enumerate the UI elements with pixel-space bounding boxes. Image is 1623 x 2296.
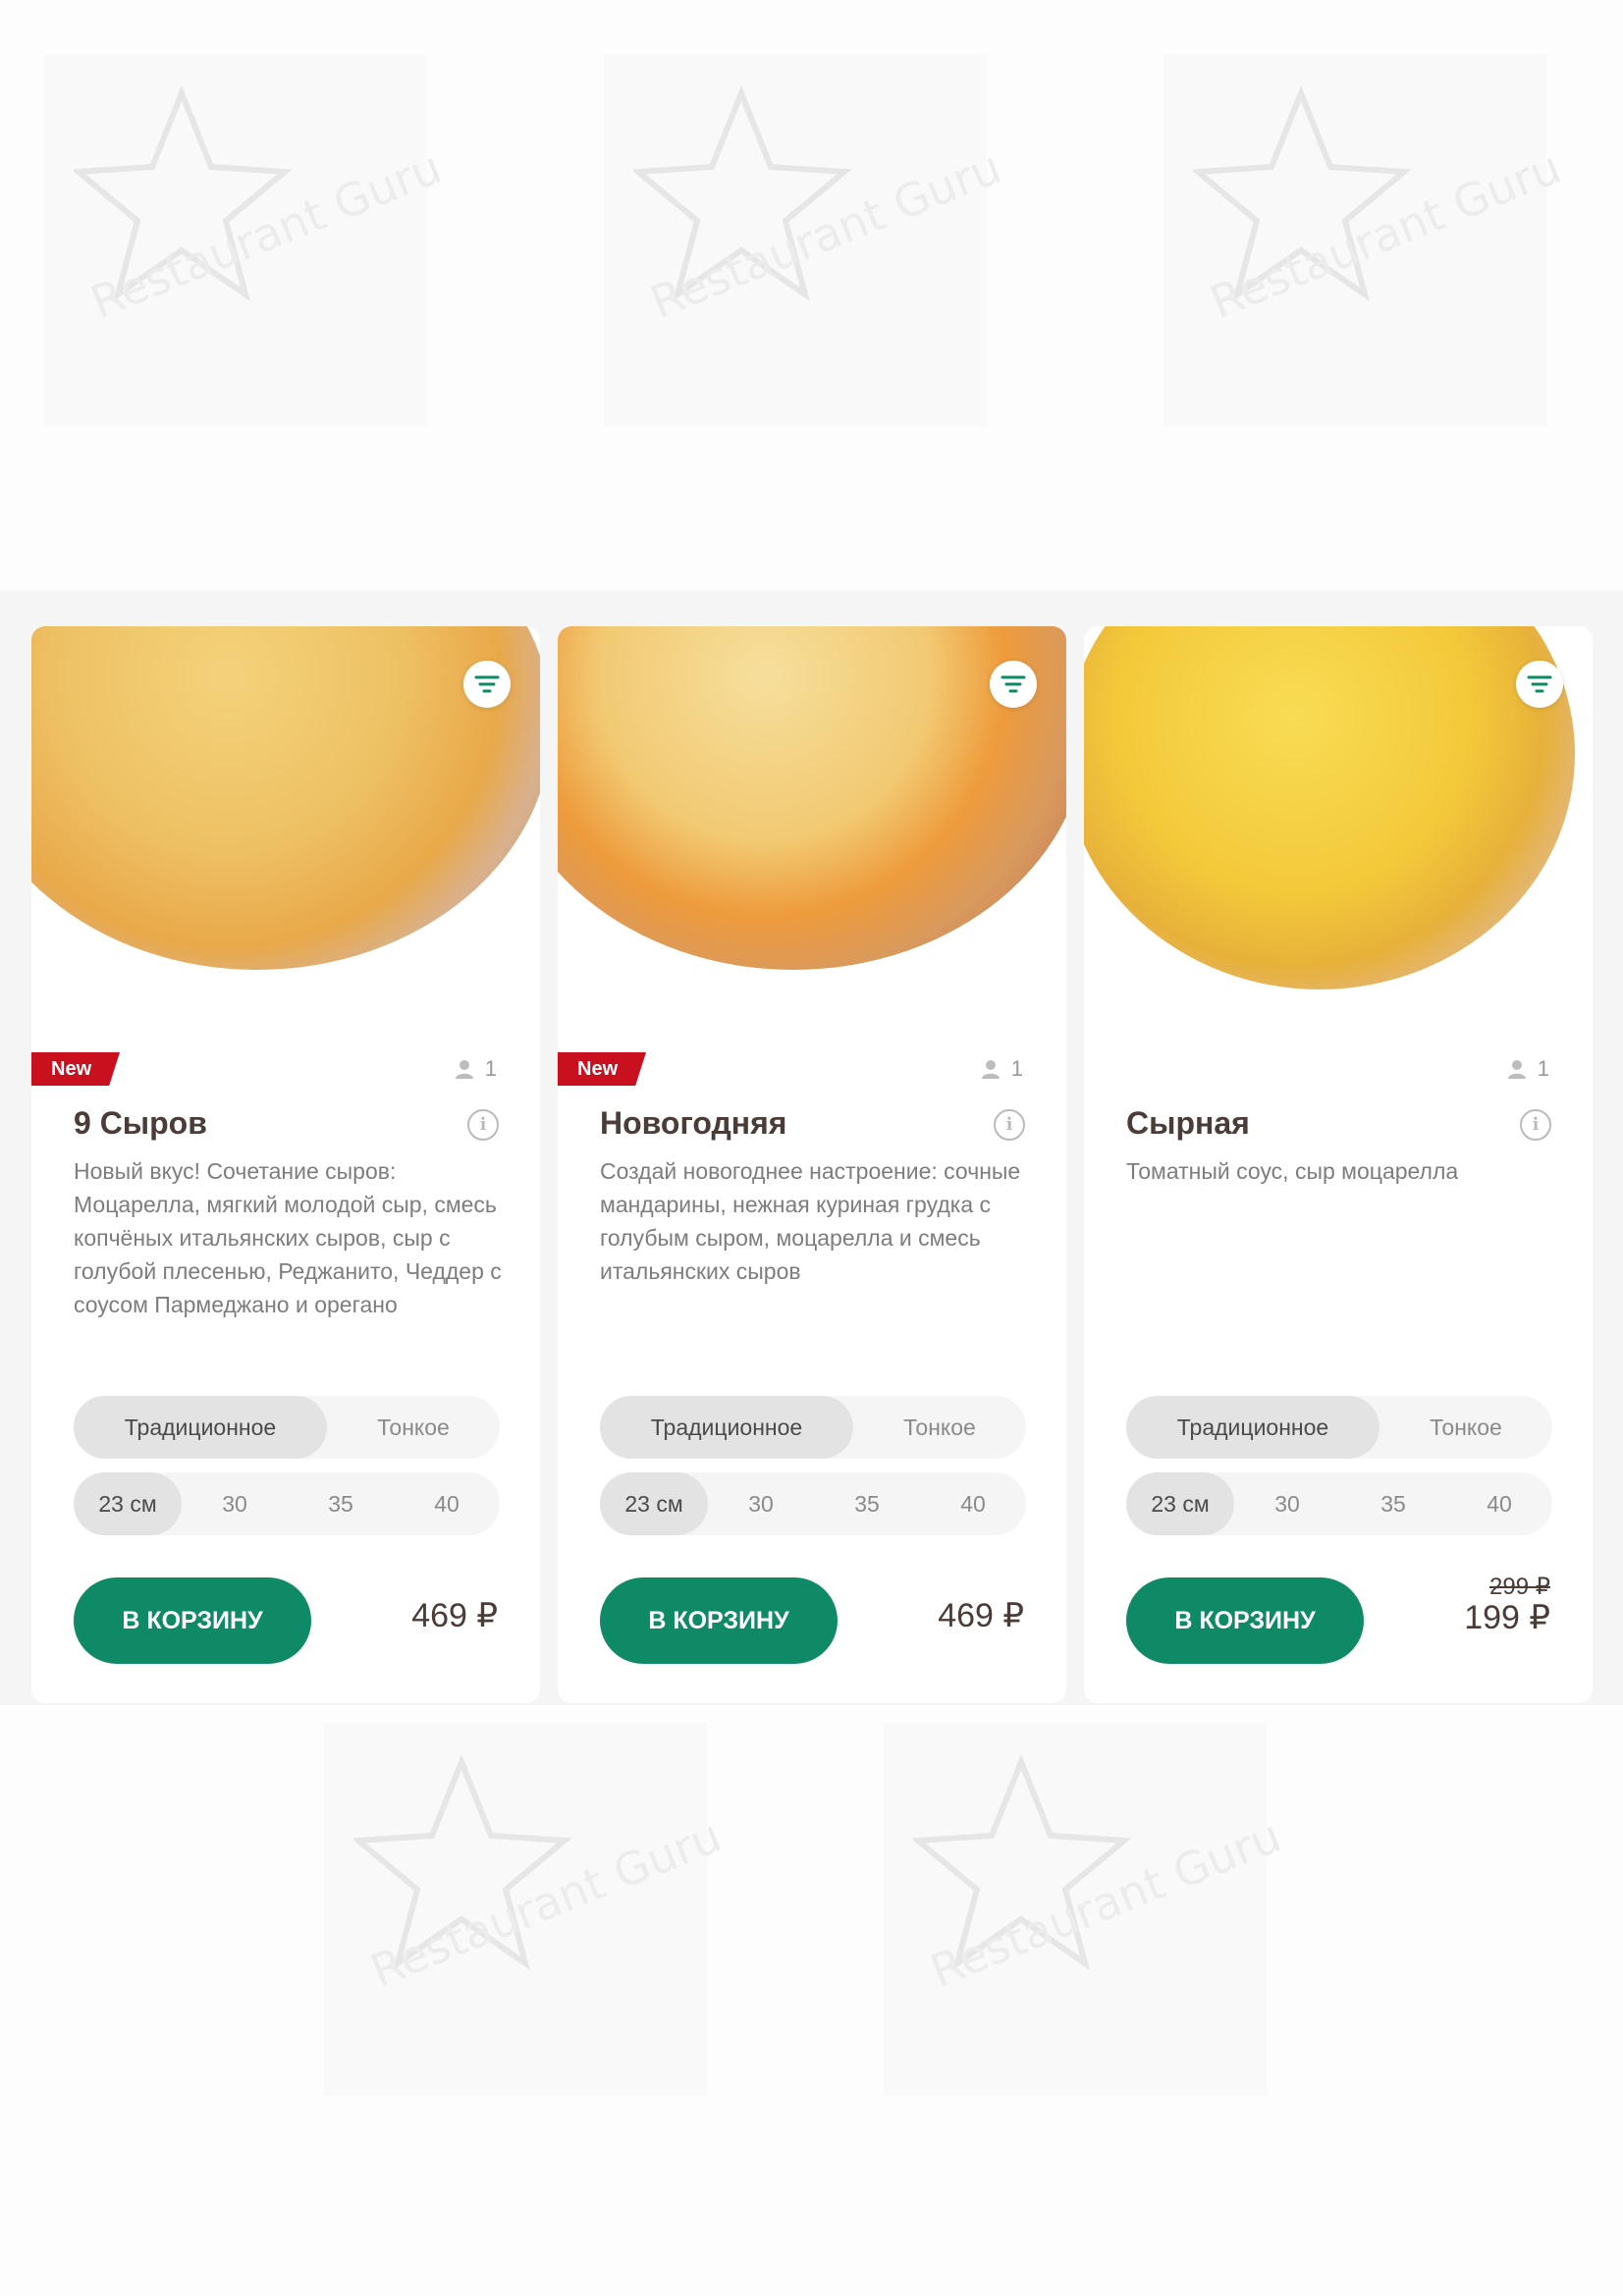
- old-price: 299 ₽: [1489, 1574, 1550, 1600]
- person-icon: [981, 1060, 1000, 1079]
- dough-option-thin[interactable]: Тонкое: [853, 1396, 1026, 1459]
- size-option[interactable]: 23 см: [600, 1472, 708, 1535]
- persons-count: 1: [1010, 1056, 1023, 1081]
- size-selector: 23 см 30 35 40: [600, 1472, 1026, 1535]
- filter-icon[interactable]: [990, 661, 1037, 708]
- dough-option-thin[interactable]: Тонкое: [1380, 1396, 1552, 1459]
- watermark-tile: Restaurant Guru: [324, 1723, 729, 2096]
- size-selector: 23 см 30 35 40: [74, 1472, 500, 1535]
- size-option[interactable]: 35: [814, 1472, 920, 1535]
- dough-selector: Традиционное Тонкое: [74, 1396, 500, 1459]
- size-option[interactable]: 40: [394, 1472, 500, 1535]
- product-card: 1 Сырная i Томатный соус, сыр моцарелла …: [1084, 626, 1593, 1703]
- watermark-tile: Restaurant Guru: [604, 54, 1008, 427]
- add-to-cart-button[interactable]: В КОРЗИНУ: [1126, 1577, 1364, 1664]
- product-price: 199 ₽: [1464, 1599, 1550, 1636]
- product-card: New 1 Новогодняя i Создай новогоднее нас…: [558, 626, 1066, 1703]
- size-selector: 23 см 30 35 40: [1126, 1472, 1552, 1535]
- size-option[interactable]: 30: [182, 1472, 288, 1535]
- product-title: Сырная: [1126, 1105, 1250, 1141]
- size-option[interactable]: 40: [920, 1472, 1026, 1535]
- persons-indicator: 1: [454, 1056, 497, 1082]
- info-icon[interactable]: i: [1520, 1109, 1551, 1141]
- dough-selector: Традиционное Тонкое: [600, 1396, 1026, 1459]
- product-description: Создай новогоднее настроение: сочные ман…: [600, 1158, 1021, 1284]
- persons-indicator: 1: [1506, 1056, 1549, 1082]
- product-title: 9 Сыров: [74, 1105, 207, 1141]
- size-option[interactable]: 35: [288, 1472, 394, 1535]
- dough-option-traditional[interactable]: Традиционное: [1126, 1396, 1380, 1459]
- product-image: [558, 626, 1066, 1048]
- product-card: New 1 9 Сыров i Новый вкус! Сочетание сы…: [31, 626, 540, 1703]
- dough-selector: Традиционное Тонкое: [1126, 1396, 1552, 1459]
- person-icon: [455, 1060, 473, 1079]
- info-icon[interactable]: i: [994, 1109, 1025, 1141]
- size-option[interactable]: 23 см: [1126, 1472, 1234, 1535]
- pizza-image: [1084, 626, 1575, 989]
- watermark-tile: Restaurant Guru: [1163, 54, 1568, 427]
- filter-icon[interactable]: [1516, 661, 1563, 708]
- new-badge: New: [31, 1052, 120, 1086]
- size-option[interactable]: 35: [1340, 1472, 1446, 1535]
- size-option[interactable]: 23 см: [74, 1472, 182, 1535]
- dough-option-traditional[interactable]: Традиционное: [600, 1396, 853, 1459]
- dough-option-traditional[interactable]: Традиционное: [74, 1396, 327, 1459]
- product-price: 469 ₽: [411, 1597, 498, 1634]
- info-icon[interactable]: i: [467, 1109, 499, 1141]
- watermark-tile: Restaurant Guru: [44, 54, 449, 427]
- product-description: Томатный соус, сыр моцарелла: [1126, 1158, 1459, 1184]
- product-image: [31, 626, 540, 1048]
- persons-indicator: 1: [980, 1056, 1023, 1082]
- size-option[interactable]: 40: [1446, 1472, 1552, 1535]
- persons-count: 1: [1537, 1056, 1549, 1081]
- new-badge: New: [558, 1052, 646, 1086]
- size-option[interactable]: 30: [708, 1472, 814, 1535]
- watermark-tile: Restaurant Guru: [884, 1723, 1288, 2096]
- product-price: 469 ₽: [938, 1597, 1024, 1634]
- add-to-cart-button[interactable]: В КОРЗИНУ: [600, 1577, 838, 1664]
- product-title: Новогодняя: [600, 1105, 787, 1141]
- add-to-cart-button[interactable]: В КОРЗИНУ: [74, 1577, 311, 1664]
- persons-count: 1: [484, 1056, 497, 1081]
- product-image: [1084, 626, 1593, 1048]
- size-option[interactable]: 30: [1234, 1472, 1340, 1535]
- person-icon: [1507, 1060, 1526, 1079]
- filter-icon[interactable]: [463, 661, 511, 708]
- product-description: Новый вкус! Сочетание сыров: Моцарелла, …: [74, 1158, 502, 1317]
- dough-option-thin[interactable]: Тонкое: [327, 1396, 500, 1459]
